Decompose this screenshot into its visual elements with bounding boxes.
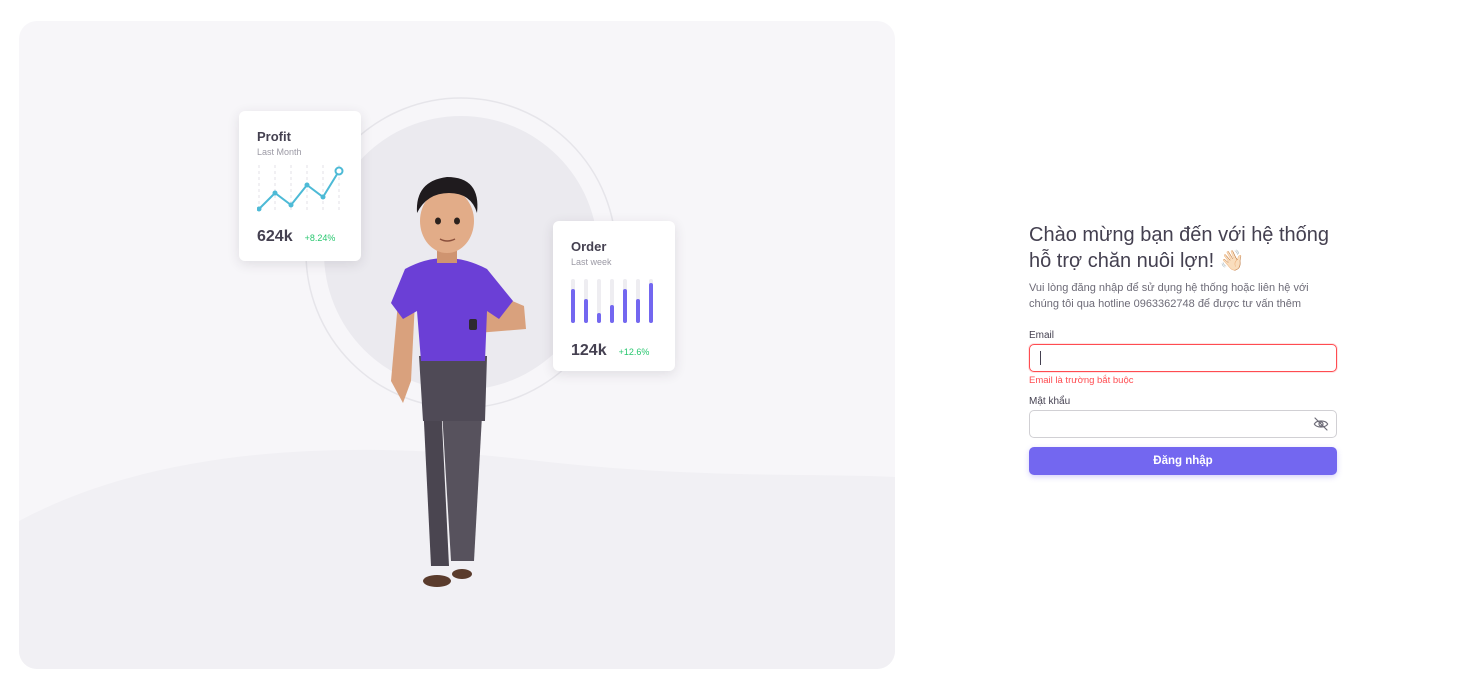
welcome-title-line2: hỗ trợ chăn nuôi lợn! 👋🏻 <box>1029 250 1245 272</box>
profit-point <box>304 182 310 188</box>
character-illustration <box>391 177 526 587</box>
order-bar <box>584 299 588 323</box>
login-button[interactable]: Đăng nhập <box>1029 447 1337 475</box>
order-card-title: Order <box>571 239 607 254</box>
order-value: 124k <box>571 342 607 359</box>
order-card: Order Last week 124k +12.6% <box>553 221 675 371</box>
email-label: Email <box>1029 330 1055 341</box>
order-bar <box>636 299 640 323</box>
text-caret <box>1040 351 1041 365</box>
profit-card: Profit Last Month 624k +8.24% <box>239 111 361 261</box>
profit-value: 624k <box>257 228 293 245</box>
order-bar <box>597 313 601 323</box>
illustration-panel: Profit Last Month 624k +8.24% Order Last… <box>19 21 895 669</box>
order-bar <box>610 305 614 323</box>
password-field-wrap <box>1029 410 1337 438</box>
order-bar <box>571 289 575 323</box>
welcome-subtitle: Vui lòng đăng nhập để sử dụng hệ thống h… <box>1029 282 1309 310</box>
order-card-subtitle: Last week <box>571 257 612 267</box>
profit-point <box>334 166 344 176</box>
profit-card-title: Profit <box>257 129 291 144</box>
profit-point <box>320 194 326 200</box>
profit-point <box>272 190 278 196</box>
welcome-title: Chào mừng bạn đến với hệ thống hỗ trợ ch… <box>1029 222 1337 274</box>
login-form: Chào mừng bạn đến với hệ thống hỗ trợ ch… <box>1029 222 1337 475</box>
password-field[interactable] <box>1029 410 1337 438</box>
order-bar <box>649 283 653 323</box>
order-delta: +12.6% <box>618 347 650 357</box>
email-field[interactable] <box>1029 344 1337 372</box>
welcome-title-line1: Chào mừng bạn đến với hệ thống <box>1029 224 1330 246</box>
profit-point <box>288 202 294 208</box>
profit-card-subtitle: Last Month <box>257 147 302 157</box>
password-label: Mật khẩu <box>1029 396 1071 407</box>
eye-off-icon[interactable] <box>1313 416 1329 432</box>
order-bar-chart <box>571 279 653 323</box>
email-error-message: Email là trường bắt buộc <box>1029 375 1134 386</box>
email-field-wrap <box>1029 344 1337 372</box>
order-bar <box>623 289 627 323</box>
profit-delta: +8.24% <box>304 233 336 243</box>
profit-line-chart <box>256 165 344 213</box>
